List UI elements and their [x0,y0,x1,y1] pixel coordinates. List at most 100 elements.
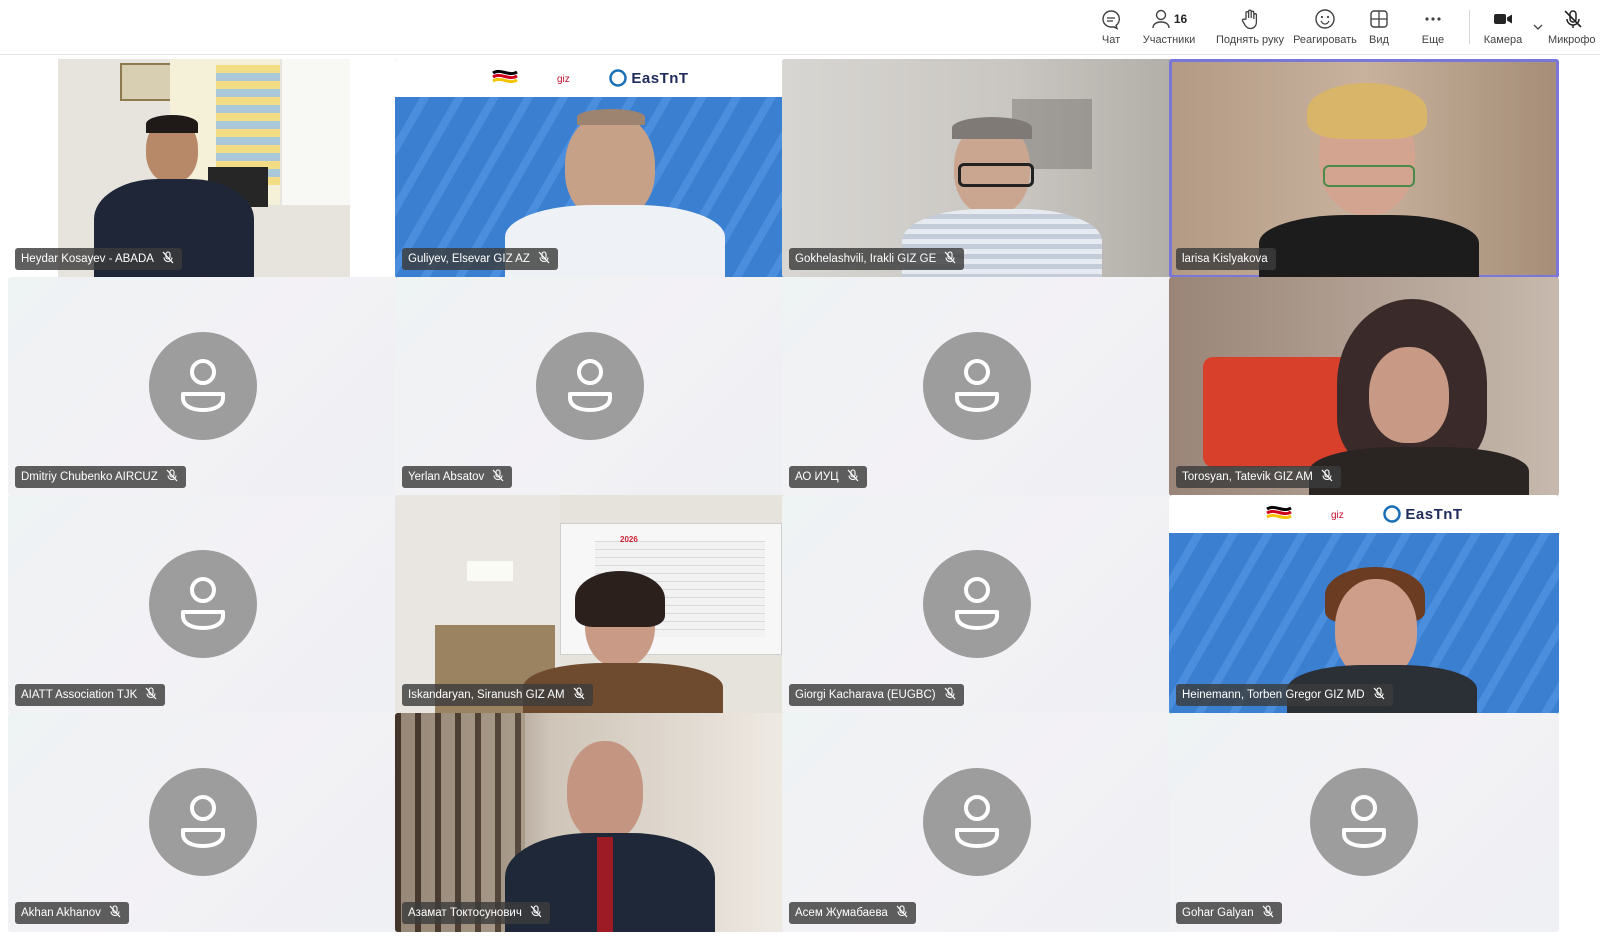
microphone-muted-icon [573,687,585,703]
toolbar-divider [1469,10,1470,44]
brand-banner: giz EasTnT [1169,495,1559,533]
participant-name-tag: larisa Kislyakova [1176,248,1276,270]
globe-logo-icon [609,69,628,87]
video-tile[interactable]: Giorgi Kacharava (EUGBC) [782,495,1172,714]
microphone-muted-icon [162,251,174,267]
more-icon [1425,17,1441,21]
participant-name: Giorgi Kacharava (EUGBC) [795,689,936,701]
microphone-muted-icon [944,251,956,267]
participant-name: Асем Жумабаева [795,907,888,919]
person-icon [568,359,612,412]
video-tile[interactable]: Gohar Galyan [1169,713,1559,932]
more-button[interactable]: Еще [1408,0,1458,54]
participant-name: Gohar Galyan [1182,907,1254,919]
video-tile[interactable]: giz EasTnT Guliyev, Elsevar GIZ AZ [395,59,785,278]
participant-name-tag: Guliyev, Elsevar GIZ AZ [402,248,558,270]
avatar [923,550,1031,658]
microphone-button[interactable]: Микрофо [1548,0,1600,54]
brand-text: EasTnT [631,69,689,87]
microphone-off-icon [1564,10,1582,28]
participant-name-tag: Gokhelashvili, Irakli GIZ GE [789,248,965,270]
video-tile[interactable]: Gokhelashvili, Irakli GIZ GE [782,59,1172,278]
avatar [149,768,257,876]
avatar [923,332,1031,440]
camera-feed [1169,277,1559,496]
video-tile-active-speaker[interactable]: larisa Kislyakova [1169,59,1559,278]
video-tile[interactable]: АО ИУЦ [782,277,1172,496]
participant-name: Gokhelashvili, Irakli GIZ GE [795,253,937,265]
avatar [149,332,257,440]
camera-feed [1169,59,1559,278]
grid-view-icon [1370,10,1388,28]
giz-logo-icon: giz [557,74,570,85]
video-tile[interactable]: Heydar Kosayev - ABADA [8,59,398,278]
microphone-label: Микрофо [1548,34,1596,46]
microphone-muted-icon [896,905,908,921]
participant-name: Heydar Kosayev - ABADA [21,253,154,265]
participant-name-tag: Асем Жумабаева [789,902,916,924]
more-label: Еще [1421,34,1445,46]
meeting-toolbar: Чат 16 Участники Поднять руку Реагироват… [0,0,1600,55]
participant-name-tag: Gohar Galyan [1176,902,1282,924]
microphone-muted-icon [1373,687,1385,703]
participant-name-tag: AIATT Association TJK [15,684,166,706]
participant-name-tag: Akhan Akhanov [15,902,129,924]
participant-name-tag: АО ИУЦ [789,466,867,488]
microphone-muted-icon [1262,905,1274,921]
camera-options-button[interactable] [1528,0,1548,54]
microphone-muted-icon [492,469,504,485]
microphone-muted-icon [847,469,859,485]
person-icon [955,577,999,630]
video-tile[interactable]: 2026 Iskandaryan, Siranush GIZ AM [395,495,785,714]
camera-button[interactable]: Камера [1476,0,1530,54]
microphone-muted-icon [145,687,157,703]
participant-name: Torosyan, Tatevik GIZ AM [1182,471,1313,483]
raise-hand-button[interactable]: Поднять руку [1208,0,1292,54]
globe-logo-icon [1383,505,1402,523]
video-tile[interactable]: AIATT Association TJK [8,495,398,714]
brand-banner: giz EasTnT [395,59,785,97]
video-tile[interactable]: Dmitriy Chubenko AIRCUZ [8,277,398,496]
brand-text: EasTnT [1405,505,1463,523]
video-tile[interactable]: giz EasTnT Heinemann, Torben Gregor GIZ … [1169,495,1559,714]
participant-name-tag: Азамат Токтосунович [402,902,550,924]
flag-logo-icon [492,69,519,84]
camera-feed [395,713,785,932]
participant-name-tag: Heinemann, Torben Gregor GIZ MD [1176,684,1393,706]
person-icon [955,795,999,848]
chevron-down-icon [1533,24,1543,30]
video-tile[interactable]: Torosyan, Tatevik GIZ AM [1169,277,1559,496]
avatar [149,550,257,658]
person-icon [1342,795,1386,848]
participant-name-tag: Dmitriy Chubenko AIRCUZ [15,466,186,488]
camera-feed [782,59,1172,278]
video-tile[interactable]: Akhan Akhanov [8,713,398,932]
video-tile[interactable]: Yerlan Absatov [395,277,785,496]
people-icon [1152,9,1170,29]
participant-name-tag: Heydar Kosayev - ABADA [15,248,182,270]
video-tile[interactable]: Асем Жумабаева [782,713,1172,932]
person-icon [955,359,999,412]
avatar [536,332,644,440]
video-tile[interactable]: Азамат Токтосунович [395,713,785,932]
participant-name-tag: Yerlan Absatov [402,466,513,488]
participants-count: 16 [1173,12,1188,26]
calendar-year: 2026 [620,535,638,544]
camera-feed: giz EasTnT [395,59,785,278]
flag-logo-icon [1266,505,1293,520]
camera-feed: 2026 [395,495,785,714]
participants-button[interactable]: 16 Участники [1128,0,1210,54]
view-label: Вид [1369,34,1389,46]
giz-logo-icon: giz [1331,510,1344,521]
participant-name: Yerlan Absatov [408,471,485,483]
person-icon [181,577,225,630]
participant-name: Akhan Akhanov [21,907,101,919]
svg-text:giz: giz [1331,510,1344,521]
participant-name: Dmitriy Chubenko AIRCUZ [21,471,158,483]
microphone-muted-icon [530,905,542,921]
chat-label: Чат [1101,34,1121,46]
participant-name: larisa Kislyakova [1182,253,1268,265]
microphone-muted-icon [538,251,550,267]
view-button[interactable]: Вид [1354,0,1404,54]
microphone-muted-icon [944,687,956,703]
